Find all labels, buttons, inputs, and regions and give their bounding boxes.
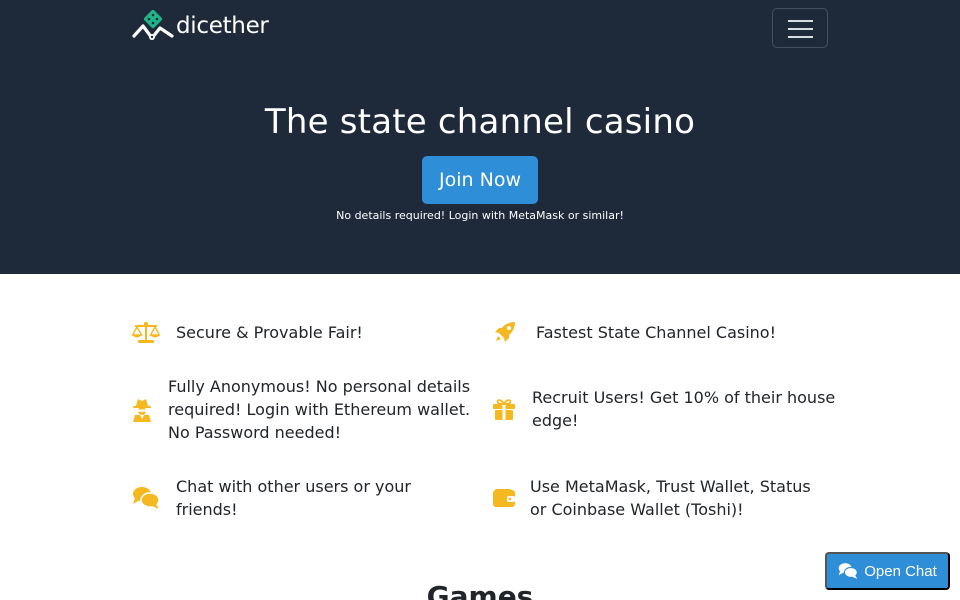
rocket-icon — [492, 320, 518, 344]
join-now-button[interactable]: Join Now — [422, 156, 538, 204]
menu-toggle-button[interactable] — [772, 8, 828, 48]
open-chat-label: Open Chat — [864, 562, 937, 580]
brand-logo-link[interactable]: dicether — [132, 10, 269, 42]
feature-item: Secure & Provable Fair! — [132, 320, 363, 344]
brand-name: dicether — [176, 13, 269, 39]
feature-item: Recruit Users! Get 10% of their house ed… — [492, 386, 842, 432]
hero-section: dicether The state channel casino Join N… — [0, 0, 960, 274]
feature-item: Fastest State Channel Casino! — [492, 320, 776, 344]
feature-item: Chat with other users or your friends! — [132, 475, 456, 521]
balance-scale-icon — [132, 320, 160, 344]
navbar: dicether — [0, 0, 960, 56]
wallet-icon — [492, 488, 516, 508]
gift-icon — [492, 397, 516, 421]
hero-note: No details required! Login with MetaMask… — [336, 209, 624, 222]
feature-text: Use MetaMask, Trust Wallet, Status or Co… — [530, 477, 811, 519]
hero-title: The state channel casino — [264, 102, 696, 142]
feature-text: Fastest State Channel Casino! — [536, 322, 776, 342]
dice-mountain-logo-icon — [132, 10, 174, 40]
feature-item: Fully Anonymous! No personal details req… — [132, 375, 473, 444]
games-heading: Games — [426, 580, 534, 600]
feature-text: Chat with other users or your friends! — [176, 477, 411, 519]
open-chat-button[interactable]: Open Chat — [825, 552, 950, 590]
feature-text: Recruit Users! Get 10% of their house ed… — [532, 388, 836, 430]
user-secret-icon — [132, 398, 152, 422]
comments-icon — [132, 486, 160, 510]
feature-item: Use MetaMask, Trust Wallet, Status or Co… — [492, 475, 830, 521]
feature-text: Fully Anonymous! No personal details req… — [168, 377, 471, 442]
feature-text: Secure & Provable Fair! — [176, 322, 363, 342]
comments-icon — [838, 563, 859, 579]
